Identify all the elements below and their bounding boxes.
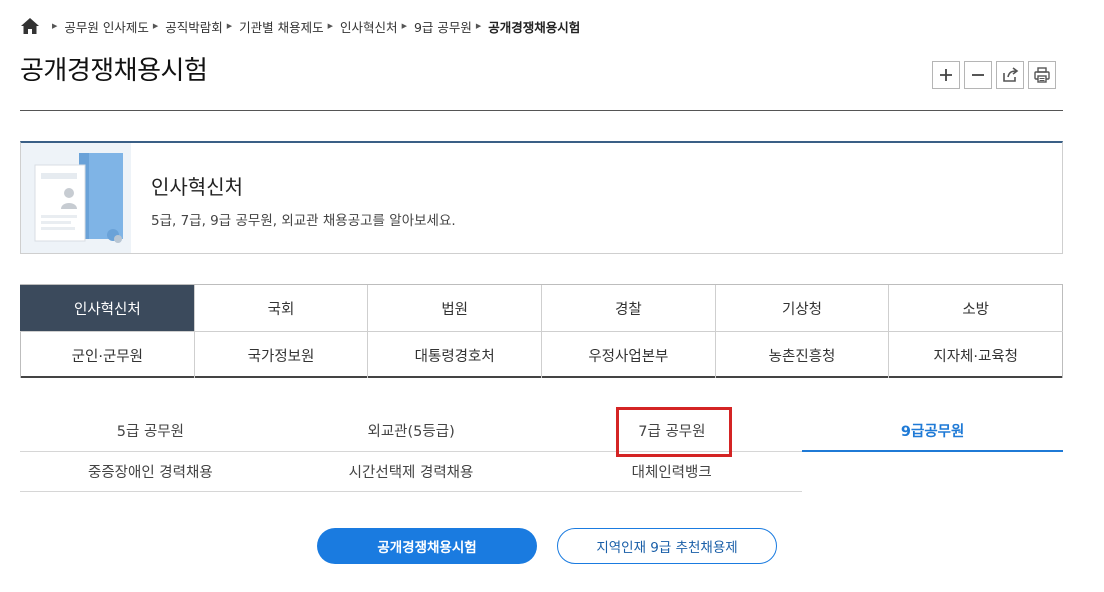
org-description: 5급, 7급, 9급 공무원, 외교관 채용공고를 알아보세요.	[151, 213, 456, 229]
zoom-in-button[interactable]	[932, 61, 960, 89]
org-info-box: 인사혁신처 5급, 7급, 9급 공무원, 외교관 채용공고를 알아보세요.	[20, 141, 1063, 254]
page-title: 공개경쟁채용시험	[20, 56, 208, 86]
breadcrumb-item[interactable]: ▶ 공무원 인사제도	[48, 17, 149, 36]
document-folder-icon	[34, 153, 123, 243]
chevron-right-icon: ▶	[152, 22, 159, 30]
title-divider	[20, 110, 1063, 111]
breadcrumb-item[interactable]: ▶ 공직박람회	[149, 17, 223, 36]
org-tab-active[interactable]: 인사혁신처	[20, 285, 194, 331]
org-tab[interactable]: 국회	[193, 285, 368, 331]
zoom-out-icon	[972, 74, 984, 76]
org-tab[interactable]: 대통령경호처	[367, 332, 541, 378]
grade-tab[interactable]: 5급 공무원	[20, 410, 281, 452]
org-tab-row: 인사혁신처 국회 법원 경찰 기상청 소방	[20, 285, 1064, 331]
org-tab-grid: 인사혁신처 국회 법원 경찰 기상청 소방 군인·군무원 국가정보원 대통령경호…	[20, 284, 1064, 378]
org-tab[interactable]: 우정사업본부	[541, 332, 715, 378]
grade-tab-row: 5급 공무원 외교관(5등급) 7급 공무원 9급공무원	[20, 407, 1063, 457]
grade-tab-row: 중증장애인 경력채용 시간선택제 경력채용 대체인력뱅크	[20, 452, 803, 492]
org-name: 인사혁신처	[151, 175, 243, 199]
grade-tab[interactable]: 7급 공무원	[541, 410, 803, 452]
org-tab[interactable]: 경찰	[541, 285, 715, 331]
regional-talent-button[interactable]: 지역인재 9급 추천채용제	[557, 528, 777, 564]
org-tab[interactable]: 지자체·교육청	[888, 332, 1064, 378]
share-icon	[1003, 67, 1019, 82]
grade-tab[interactable]: 대체인력뱅크	[541, 452, 803, 492]
grade-tab[interactable]: 중증장애인 경력채용	[20, 452, 281, 492]
grade-tab[interactable]: 시간선택제 경력채용	[280, 452, 542, 492]
chevron-right-icon: ▶	[401, 22, 407, 30]
org-thumbnail	[21, 143, 131, 253]
zoom-out-button[interactable]	[964, 61, 992, 89]
grade-tab-active[interactable]: 9급공무원	[802, 410, 1063, 452]
home-icon[interactable]	[20, 17, 40, 35]
print-button[interactable]	[1028, 61, 1056, 89]
page-tools	[932, 61, 1056, 89]
org-tab[interactable]: 군인·군무원	[20, 332, 194, 378]
breadcrumb-item[interactable]: ▶ 기관별 채용제도	[223, 17, 324, 36]
chevron-right-icon: ▶	[327, 22, 334, 30]
breadcrumb: ▶ 공무원 인사제도 ▶ 공직박람회 ▶ 기관별 채용제도 ▶ 인사혁신처 ▶ 9급 공무…	[20, 16, 580, 36]
exam-type-buttons: 공개경쟁채용시험 지역인재 9급 추천채용제	[317, 528, 777, 564]
grade-tab[interactable]: 외교관(5등급)	[280, 410, 542, 452]
org-tab[interactable]: 법원	[367, 285, 541, 331]
org-tab[interactable]: 농촌진흥청	[714, 332, 889, 378]
chevron-right-icon: ▶	[52, 22, 58, 30]
chevron-right-icon: ▶	[226, 22, 233, 30]
breadcrumb-item[interactable]: ▶ 인사혁신처	[324, 17, 398, 36]
org-tab[interactable]: 국가정보원	[193, 332, 368, 378]
org-tab[interactable]: 기상청	[714, 285, 889, 331]
grade-tabs: 5급 공무원 외교관(5등급) 7급 공무원 9급공무원 중증장애인 경력채용 …	[20, 407, 1063, 492]
open-competition-button[interactable]: 공개경쟁채용시험	[317, 528, 537, 564]
chevron-right-icon: ▶	[475, 22, 482, 30]
org-tab-row: 군인·군무원 국가정보원 대통령경호처 우정사업본부 농촌진흥청 지자체·교육청	[20, 331, 1064, 378]
zoom-in-icon	[940, 69, 952, 81]
share-button[interactable]	[996, 61, 1024, 89]
org-tab[interactable]: 소방	[888, 285, 1064, 331]
print-icon	[1034, 67, 1050, 83]
breadcrumb-item[interactable]: ▶ 9급 공무원	[398, 17, 472, 36]
breadcrumb-current: ▶ 공개경쟁채용시험	[475, 19, 581, 35]
